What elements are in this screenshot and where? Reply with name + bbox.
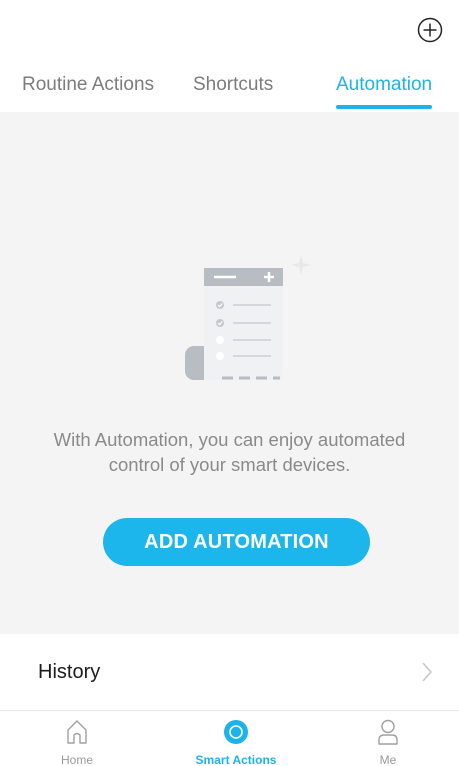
tabbar-label-me: Me <box>379 753 397 766</box>
plus-circle-icon <box>417 17 443 43</box>
home-icon <box>67 720 87 744</box>
tab-shortcuts[interactable]: Shortcuts <box>193 74 273 96</box>
tab-routine-actions[interactable]: Routine Actions <box>22 74 154 96</box>
empty-state-line-2: control of your smart devices. <box>108 454 351 475</box>
person-icon <box>378 719 398 745</box>
empty-state-message: With Automation, you can enjoy automated… <box>20 427 439 477</box>
empty-state-line-1: With Automation, you can enjoy automated <box>53 429 406 450</box>
add-automation-button[interactable]: ADD AUTOMATION <box>103 518 370 566</box>
chevron-right-icon <box>422 662 433 682</box>
add-button[interactable] <box>416 16 444 44</box>
tabbar-item-me[interactable]: Me <box>338 711 438 766</box>
history-label: History <box>38 661 101 683</box>
tabbar-item-home[interactable]: Home <box>27 711 127 766</box>
tab-automation[interactable]: Automation <box>336 74 432 96</box>
bottom-tab-bar: Home Smart Actions Me <box>0 710 459 766</box>
tabbar-label-home: Home <box>60 753 93 766</box>
smart-actions-icon <box>224 720 248 744</box>
active-tab-indicator <box>336 105 432 109</box>
history-row[interactable]: History <box>0 634 459 710</box>
checklist-scroll-illustration <box>185 255 311 380</box>
tabbar-item-smart-actions[interactable]: Smart Actions <box>186 711 286 766</box>
tabbar-label-smart-actions: Smart Actions <box>195 753 277 766</box>
